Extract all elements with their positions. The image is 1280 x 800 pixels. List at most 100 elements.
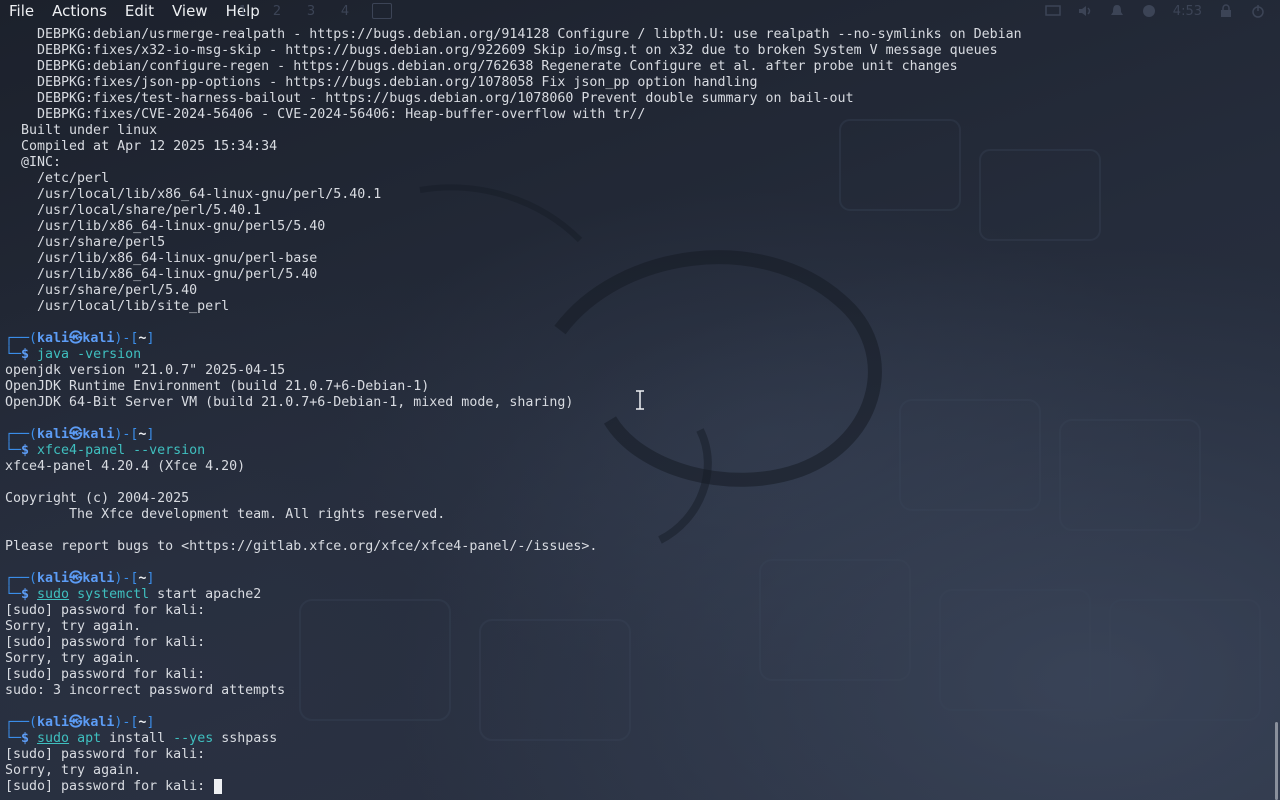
- terminal-window-icon[interactable]: [372, 3, 392, 19]
- output-line: /usr/share/perl/5.40: [0, 283, 1270, 299]
- prompt-user: kali: [37, 427, 70, 442]
- output-line: [sudo] password for kali:: [0, 779, 1270, 795]
- output-line: openjdk version "21.0.7" 2025-04-15: [0, 363, 1270, 379]
- output-line: xfce4-panel 4.20.4 (Xfce 4.20): [0, 459, 1270, 475]
- top-bar: File Actions Edit View Help 1 2 3 4 4:53: [0, 0, 1280, 22]
- lock-icon[interactable]: [1218, 4, 1234, 18]
- prompt-frame-close: ]: [146, 571, 155, 586]
- workspace-switcher: 1 2 3 4: [236, 0, 392, 22]
- menu-actions[interactable]: Actions: [43, 0, 116, 22]
- prompt-frame-second: └─: [5, 587, 22, 602]
- prompt-user: kali: [37, 571, 70, 586]
- command-line: └─$ sudo apt install --yes sshpass: [0, 731, 1270, 747]
- prompt-line: ┌──(kali㉿kali)-[~]: [0, 571, 1270, 587]
- output-line: sudo: 3 incorrect password attempts: [0, 683, 1270, 699]
- command-line: └─$ sudo systemctl start apache2: [0, 587, 1270, 603]
- output-line: Compiled at Apr 12 2025 15:34:34: [0, 139, 1270, 155]
- output-text: DEBPKG:fixes/json-pp-options - https://b…: [5, 75, 758, 90]
- prompt-frame-mid: )-[: [114, 571, 139, 586]
- scrollbar-thumb[interactable]: [1275, 722, 1278, 800]
- output-line: [sudo] password for kali:: [0, 635, 1270, 651]
- output-text: @INC:: [5, 155, 62, 170]
- terminal-cursor: [214, 779, 223, 794]
- output-text: Copyright (c) 2004-2025: [5, 491, 190, 506]
- output-text: Sorry, try again.: [5, 619, 142, 634]
- menu-edit[interactable]: Edit: [116, 0, 163, 22]
- command-token: systemctl: [77, 587, 150, 602]
- prompt-dollar: $: [21, 731, 38, 746]
- command-token: [69, 731, 77, 746]
- output-text: Compiled at Apr 12 2025 15:34:34: [5, 139, 278, 154]
- power-icon[interactable]: [1250, 4, 1266, 18]
- prompt-dollar: $: [21, 347, 38, 362]
- output-line: /etc/perl: [0, 171, 1270, 187]
- notification-bell-icon[interactable]: [1109, 4, 1125, 18]
- workspace-3[interactable]: 3: [304, 4, 318, 19]
- clock[interactable]: 4:53: [1173, 4, 1202, 19]
- workspace-4[interactable]: 4: [338, 4, 352, 19]
- output-text: [sudo] password for kali:: [5, 779, 214, 794]
- system-tray: 4:53: [1045, 0, 1266, 22]
- output-line: [sudo] password for kali:: [0, 603, 1270, 619]
- prompt-user: kali: [37, 715, 70, 730]
- terminal-output[interactable]: DEBPKG:debian/usrmerge-realpath - https:…: [0, 27, 1270, 800]
- prompt-dollar: $: [21, 443, 38, 458]
- output-line: /usr/share/perl5: [0, 235, 1270, 251]
- output-text: DEBPKG:debian/usrmerge-realpath - https:…: [5, 27, 1022, 42]
- output-line: Copyright (c) 2004-2025: [0, 491, 1270, 507]
- output-text: sudo: 3 incorrect password attempts: [5, 683, 286, 698]
- output-text: [sudo] password for kali:: [5, 747, 206, 762]
- terminal-scrollbar[interactable]: [1272, 22, 1280, 800]
- menu-view[interactable]: View: [163, 0, 217, 22]
- terminal-menubar: File Actions Edit View Help: [0, 0, 269, 22]
- prompt-line: ┌──(kali㉿kali)-[~]: [0, 427, 1270, 443]
- command-line: └─$ java -version: [0, 347, 1270, 363]
- output-text: [sudo] password for kali:: [5, 667, 206, 682]
- display-icon[interactable]: [1045, 4, 1061, 18]
- prompt-frame-close: ]: [146, 427, 155, 442]
- command-token: sudo: [37, 731, 70, 746]
- network-icon[interactable]: [1141, 4, 1157, 18]
- volume-icon[interactable]: [1077, 4, 1093, 18]
- command-token: start apache2: [149, 587, 262, 602]
- command-token: --yes: [173, 731, 214, 746]
- prompt-frame-open: ┌──(: [5, 571, 38, 586]
- menu-file[interactable]: File: [0, 0, 43, 22]
- output-text: xfce4-panel 4.20.4 (Xfce 4.20): [5, 459, 246, 474]
- prompt-frame-open: ┌──(: [5, 331, 38, 346]
- output-text: DEBPKG:fixes/x32-io-msg-skip - https://b…: [5, 43, 998, 58]
- output-text: /usr/local/share/perl/5.40.1: [5, 203, 262, 218]
- workspace-2[interactable]: 2: [270, 4, 284, 19]
- output-line: Built under linux: [0, 123, 1270, 139]
- prompt-dollar: $: [21, 587, 38, 602]
- output-text: [sudo] password for kali:: [5, 603, 206, 618]
- output-text: OpenJDK Runtime Environment (build 21.0.…: [5, 379, 430, 394]
- output-line: Please report bugs to <https://gitlab.xf…: [0, 539, 1270, 555]
- prompt-host: kali: [82, 331, 115, 346]
- output-text: /etc/perl: [5, 171, 110, 186]
- output-line: DEBPKG:debian/configure-regen - https://…: [0, 59, 1270, 75]
- command-token: [69, 587, 77, 602]
- prompt-frame-close: ]: [146, 331, 155, 346]
- workspace-1[interactable]: 1: [236, 4, 250, 19]
- prompt-frame-second: └─: [5, 731, 22, 746]
- output-text: /usr/share/perl5: [5, 235, 166, 250]
- output-line: /usr/lib/x86_64-linux-gnu/perl-base: [0, 251, 1270, 267]
- prompt-line: ┌──(kali㉿kali)-[~]: [0, 331, 1270, 347]
- command-token: java: [37, 347, 70, 362]
- output-text: /usr/local/lib/x86_64-linux-gnu/perl/5.4…: [5, 187, 382, 202]
- prompt-host: kali: [82, 427, 115, 442]
- output-text: The Xfce development team. All rights re…: [5, 507, 446, 522]
- command-token: sudo: [37, 587, 70, 602]
- prompt-frame-open: ┌──(: [5, 427, 38, 442]
- output-line: DEBPKG:fixes/test-harness-bailout - http…: [0, 91, 1270, 107]
- output-line: /usr/local/share/perl/5.40.1: [0, 203, 1270, 219]
- command-token: xfce4-panel: [37, 443, 126, 458]
- output-text: DEBPKG:debian/configure-regen - https://…: [5, 59, 958, 74]
